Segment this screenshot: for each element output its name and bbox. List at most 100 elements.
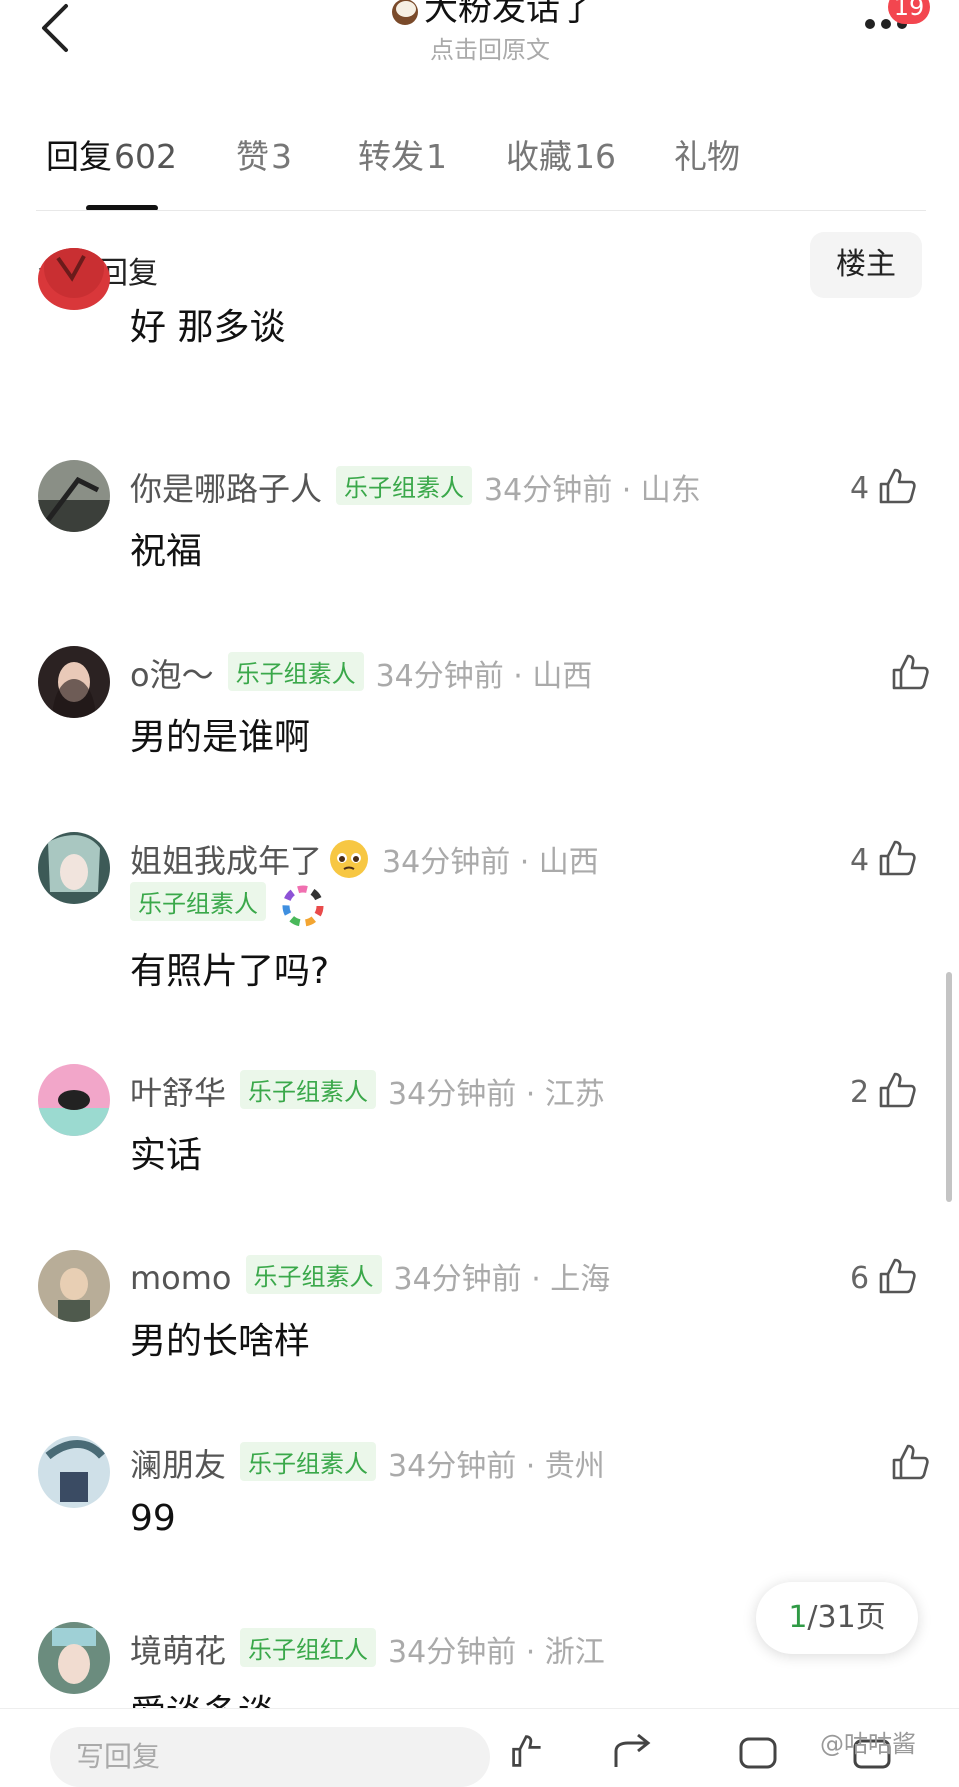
share-icon[interactable] — [612, 1733, 656, 1769]
scrollbar[interactable] — [946, 972, 952, 1202]
pleading-face-emoji-icon — [330, 840, 369, 878]
avatar-image — [38, 1622, 110, 1694]
tab-label: 回复 — [46, 137, 112, 176]
avatar-image — [38, 1064, 110, 1136]
thumbs-up-icon — [879, 1258, 916, 1294]
avatar[interactable] — [38, 646, 110, 718]
avatar[interactable] — [38, 1436, 110, 1508]
user-tag-badge: 乐子组素人 — [240, 1442, 377, 1481]
owner-only-button[interactable]: 楼主 — [810, 232, 922, 298]
like-count: 2 — [850, 1075, 870, 1110]
avatar-image — [38, 1250, 110, 1322]
like-count: 6 — [850, 1261, 870, 1296]
rainbow-ring-badge-icon — [282, 885, 324, 927]
header: 大粉发话了 点击回原文 19 — [0, 0, 959, 110]
username[interactable]: 姐姐我成年了 — [130, 842, 322, 880]
thumbs-up-icon — [879, 840, 916, 876]
tab-likes[interactable]: 赞3 — [236, 130, 292, 178]
comment-text: 祝福 — [130, 531, 203, 572]
comment-meta: 澜朋友 乐子组素人 34分钟前 · 贵州 — [130, 1440, 605, 1486]
like-button[interactable]: 4 — [850, 838, 917, 878]
avatar[interactable] — [38, 1622, 110, 1694]
avatar[interactable] — [38, 460, 110, 532]
comment-meta: momo 乐子组素人 34分钟前 · 上海 — [130, 1254, 610, 1298]
username[interactable]: momo — [130, 1259, 232, 1297]
timestamp-location: 34分钟前 · 贵州 — [388, 1449, 605, 1484]
like-count: 4 — [850, 843, 870, 878]
tab-reposts[interactable]: 转发1 — [358, 130, 447, 178]
avatar[interactable] — [38, 1250, 110, 1322]
avatar[interactable] — [38, 1064, 110, 1136]
username[interactable]: 叶舒华 — [130, 1074, 226, 1112]
back-arrow-icon[interactable] — [36, 2, 76, 54]
comment-meta: 境萌花 乐子组红人 34分钟前 · 浙江 — [130, 1626, 605, 1672]
comment-meta: 你是哪路子人 乐子组素人 34分钟前 · 山东 — [130, 464, 701, 510]
like-count: 4 — [850, 471, 870, 506]
like-button[interactable] — [882, 1442, 930, 1482]
user-tag-badge: 乐子组红人 — [240, 1628, 377, 1667]
avatar[interactable] — [38, 248, 110, 310]
tab-label: 礼物 — [674, 137, 740, 176]
back-to-original-link[interactable]: 点击回原文 — [360, 30, 620, 65]
comment-text: 男的是谁啊 — [130, 717, 311, 758]
user-tag-badge: 乐子组素人 — [240, 1070, 377, 1109]
comment-text: 有照片了吗? — [130, 951, 330, 992]
tab-favorites[interactable]: 收藏16 — [506, 130, 616, 178]
username[interactable]: 你是哪路子人 — [130, 470, 322, 508]
timestamp-location: 34分钟前 · 山西 — [382, 845, 599, 880]
user-tag-badge: 乐子组素人 — [130, 882, 266, 921]
tab-bar: 回复602 赞3 转发1 收藏16 礼物 — [0, 130, 959, 210]
like-button[interactable]: 2 — [850, 1070, 917, 1110]
avatar-image — [44, 248, 104, 298]
comment-text: 99 — [130, 1498, 176, 1539]
tab-count: 1 — [426, 137, 447, 176]
page-title-text: 大粉发话了 — [424, 0, 594, 29]
tab-count: 602 — [114, 137, 177, 176]
tab-label: 转发 — [358, 137, 424, 176]
timestamp-location: 34分钟前 · 浙江 — [388, 1635, 605, 1670]
avatar[interactable] — [38, 832, 110, 904]
comment-text: 实话 — [130, 1135, 203, 1176]
reply-input[interactable]: 写回复 — [50, 1727, 490, 1787]
like-button[interactable]: 4 — [850, 466, 917, 506]
username[interactable]: 澜朋友 — [130, 1446, 226, 1484]
user-tag-badge: 乐子组素人 — [227, 652, 364, 691]
username[interactable]: o泡～ — [130, 656, 214, 694]
avatar-image — [38, 1436, 110, 1508]
thumbs-up-icon — [892, 654, 929, 690]
bottom-action-bar: 写回复 — [0, 1708, 959, 1787]
thumbs-up-icon — [879, 468, 916, 504]
comment-text: 男的长啥样 — [130, 1321, 311, 1362]
current-page: 1 — [788, 1600, 808, 1635]
tab-count: 3 — [271, 137, 292, 176]
username[interactable]: 境萌花 — [130, 1632, 226, 1670]
timestamp-location: 34分钟前 · 江苏 — [388, 1077, 605, 1112]
total-pages: /31页 — [807, 1600, 886, 1635]
like-button[interactable] — [882, 652, 930, 692]
comment-badges: 乐子组素人 — [130, 882, 325, 928]
avatar-image — [38, 460, 110, 532]
page-indicator[interactable]: 1/31页 — [756, 1582, 918, 1654]
comment-icon[interactable] — [738, 1733, 778, 1769]
avatar-image — [38, 646, 110, 718]
timestamp-location: 34分钟前 · 山东 — [484, 473, 701, 508]
timestamp-location: 34分钟前 · 上海 — [393, 1262, 611, 1297]
comment-meta: 叶舒华 乐子组素人 34分钟前 · 江苏 — [130, 1068, 605, 1114]
comment-meta: 姐姐我成年了 34分钟前 · 山西 — [130, 836, 599, 882]
like-action-icon[interactable] — [508, 1733, 548, 1769]
tab-label: 收藏 — [506, 137, 572, 176]
tab-gifts[interactable]: 礼物 — [674, 130, 740, 178]
comment-text: 好 那多谈 — [130, 307, 286, 348]
coconut-emoji-icon — [392, 0, 418, 25]
tab-label: 赞 — [236, 137, 269, 176]
header-title-area[interactable]: 大粉发话了 点击回原文 — [360, 0, 620, 65]
watermark-text: @咕咕酱 — [820, 1730, 916, 1758]
page-title: 大粉发话了 — [360, 0, 620, 26]
avatar-image — [38, 832, 110, 904]
comment-meta: o泡～ 乐子组素人 34分钟前 · 山西 — [130, 650, 592, 696]
user-tag-badge: 乐子组素人 — [245, 1255, 382, 1294]
tab-count: 16 — [574, 137, 616, 176]
tab-replies[interactable]: 回复602 — [46, 130, 177, 178]
timestamp-location: 34分钟前 · 山西 — [375, 659, 593, 694]
like-button[interactable]: 6 — [850, 1256, 917, 1296]
